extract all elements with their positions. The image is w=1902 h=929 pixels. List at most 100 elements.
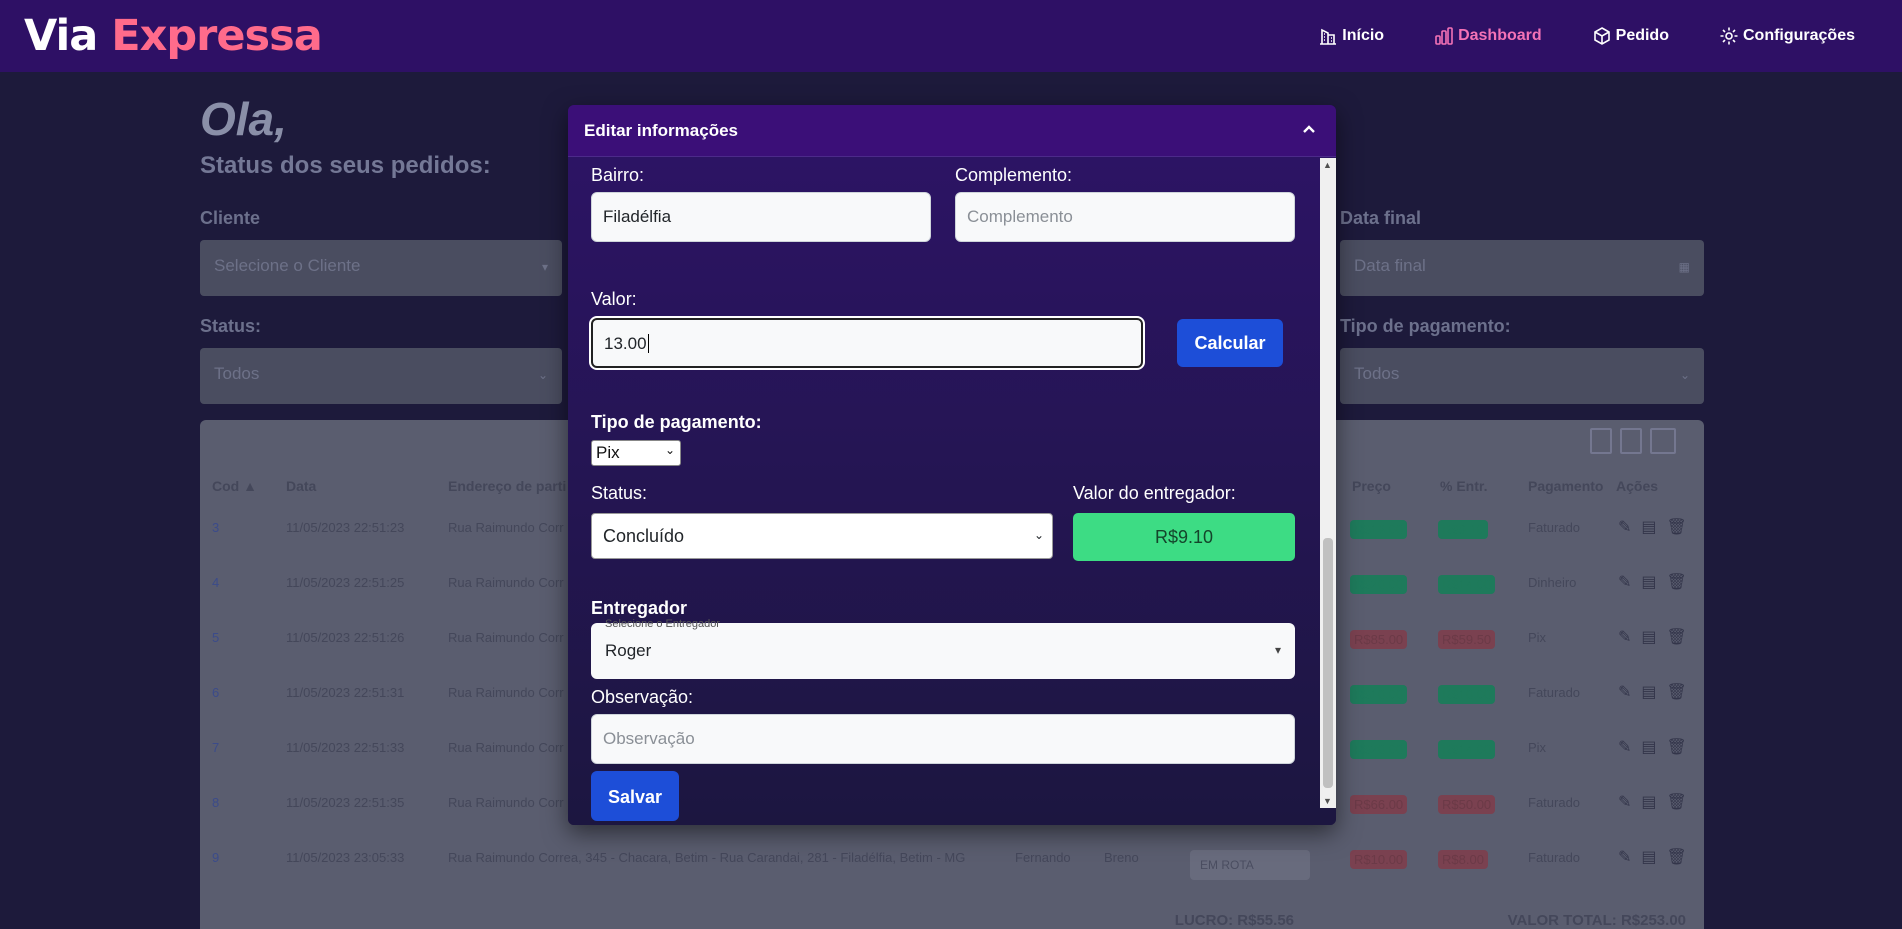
csv-export-icon[interactable] bbox=[1590, 428, 1612, 454]
valor-input[interactable]: 13.00 bbox=[591, 318, 1143, 368]
nav-label-pedido: Pedido bbox=[1615, 27, 1669, 44]
observacao-label: Observação: bbox=[591, 687, 694, 707]
trash-icon[interactable]: 🗑 bbox=[1667, 794, 1697, 811]
tipo-pag-filter-label: Tipo de pagamento: bbox=[1340, 316, 1511, 336]
brand-logo[interactable]: Via Expressa bbox=[24, 11, 323, 61]
status-filter-select[interactable]: Todos ⌄ bbox=[200, 348, 562, 404]
scrollbar-thumb[interactable] bbox=[1323, 538, 1333, 788]
note-icon[interactable]: ▤ bbox=[1641, 794, 1666, 811]
trash-icon[interactable]: 🗑 bbox=[1667, 574, 1697, 591]
note-icon[interactable]: ▤ bbox=[1641, 574, 1666, 591]
modal-scrollbar[interactable]: ▲ ▼ bbox=[1320, 158, 1336, 808]
observacao-input[interactable]: Observação bbox=[591, 714, 1295, 764]
row-pagamento: Faturado bbox=[1528, 795, 1581, 810]
tipo-pagamento-select[interactable]: Pix ⌄ bbox=[591, 440, 681, 466]
note-icon[interactable]: ▤ bbox=[1641, 739, 1666, 756]
chevron-up-icon[interactable] bbox=[1300, 121, 1318, 139]
complemento-input[interactable]: Complemento bbox=[955, 192, 1295, 242]
row-preco: R$66.00 bbox=[1350, 795, 1408, 814]
edit-icon[interactable]: ✎ bbox=[1618, 684, 1641, 701]
bairro-input[interactable]: Filadélfia bbox=[591, 192, 931, 242]
row-entr: R$59.50 bbox=[1438, 630, 1496, 649]
entregador-value: Roger bbox=[605, 641, 652, 660]
gear-icon bbox=[1720, 27, 1738, 45]
tipo-pagamento-value: Pix bbox=[596, 443, 620, 462]
row-date: 11/05/2023 22:51:31 bbox=[286, 685, 405, 700]
chevron-down-icon: ⌄ bbox=[1033, 528, 1044, 542]
edit-icon[interactable]: ✎ bbox=[1618, 574, 1641, 591]
row-cod[interactable]: 7 bbox=[212, 740, 219, 755]
caret-down-icon: ▾ bbox=[1274, 643, 1281, 657]
entregador-select[interactable]: Selecione o Entregador Roger ▾ bbox=[591, 618, 1295, 679]
note-icon[interactable]: ▤ bbox=[1641, 849, 1666, 866]
col-data[interactable]: Data bbox=[286, 478, 316, 494]
data-final-input[interactable]: Data final ▦ bbox=[1340, 240, 1704, 296]
edit-icon[interactable]: ✎ bbox=[1618, 849, 1641, 866]
edit-icon[interactable]: ✎ bbox=[1618, 739, 1641, 756]
trash-icon[interactable]: 🗑 bbox=[1667, 629, 1697, 646]
tipo-pag-filter-value: Todos bbox=[1354, 364, 1400, 383]
col-preco[interactable]: Preço bbox=[1352, 478, 1391, 494]
row-cod[interactable]: 6 bbox=[212, 685, 219, 700]
nav-item-configuracoes[interactable]: Configurações bbox=[1719, 26, 1855, 46]
trash-icon[interactable]: 🗑 bbox=[1667, 739, 1697, 756]
edit-icon[interactable]: ✎ bbox=[1618, 629, 1641, 646]
row-entr: R$14.00 bbox=[1438, 740, 1496, 759]
row-entregador: Breno bbox=[1104, 850, 1139, 865]
text-cursor bbox=[647, 334, 649, 353]
building-icon bbox=[1320, 28, 1337, 45]
row-cod[interactable]: 3 bbox=[212, 520, 219, 535]
nav-item-inicio[interactable]: Início bbox=[1318, 26, 1384, 46]
nav-item-pedido[interactable]: Pedido bbox=[1592, 26, 1669, 46]
salvar-button[interactable]: Salvar bbox=[591, 771, 679, 821]
calcular-button[interactable]: Calcular bbox=[1177, 319, 1283, 367]
edit-icon[interactable]: ✎ bbox=[1618, 794, 1641, 811]
row-preco: R$20.00 bbox=[1350, 575, 1408, 594]
valor-label: Valor: bbox=[591, 289, 637, 309]
trash-icon[interactable]: 🗑 bbox=[1667, 684, 1697, 701]
trash-icon[interactable]: 🗑 bbox=[1667, 849, 1697, 866]
export-icons bbox=[1590, 428, 1676, 454]
note-icon[interactable]: ▤ bbox=[1641, 684, 1666, 701]
note-icon[interactable]: ▤ bbox=[1641, 629, 1666, 646]
row-date: 11/05/2023 22:51:26 bbox=[286, 630, 405, 645]
row-cod[interactable]: 4 bbox=[212, 575, 219, 590]
row-address: Rua Raimundo Corr bbox=[448, 795, 564, 810]
valor-total: VALOR TOTAL: R$253.00 bbox=[1507, 912, 1686, 929]
status-select[interactable]: Concluído ⌄ bbox=[591, 513, 1053, 559]
note-icon[interactable]: ▤ bbox=[1641, 519, 1666, 536]
row-status-select[interactable]: EM ROTA bbox=[1190, 850, 1310, 880]
col-endereco[interactable]: Endereço de parti bbox=[448, 478, 566, 494]
nav-label-inicio: Início bbox=[1342, 27, 1385, 44]
row-address: Rua Raimundo Corr bbox=[448, 520, 564, 535]
cliente-filter-select[interactable]: Selecione o Cliente ▾ bbox=[200, 240, 562, 296]
row-cod[interactable]: 5 bbox=[212, 630, 219, 645]
caret-down-icon: ▾ bbox=[541, 260, 548, 274]
edit-icon[interactable]: ✎ bbox=[1618, 519, 1641, 536]
row-actions: ✎▤🗑 bbox=[1618, 737, 1697, 757]
page-subtitle: Status dos seus pedidos: bbox=[200, 152, 491, 179]
calendar-icon[interactable]: ▦ bbox=[1679, 260, 1690, 274]
col-cod[interactable]: Cod ▲ bbox=[212, 478, 257, 494]
card-export-icon[interactable] bbox=[1650, 428, 1676, 454]
table-row: 9 11/05/2023 23:05:33 Rua Raimundo Correa,… bbox=[200, 849, 1704, 890]
row-cod[interactable]: 8 bbox=[212, 795, 219, 810]
row-cod[interactable]: 9 bbox=[212, 850, 219, 865]
scroll-up-icon[interactable]: ▲ bbox=[1323, 160, 1332, 170]
modal-title: Editar informações bbox=[584, 120, 738, 140]
data-final-label: Data final bbox=[1340, 208, 1422, 228]
nav-item-dashboard[interactable]: Dashboard bbox=[1434, 26, 1542, 46]
row-entr: R$8.00 bbox=[1438, 850, 1488, 869]
row-entr: R$14.00 bbox=[1438, 575, 1496, 594]
nav-label-dashboard: Dashboard bbox=[1458, 27, 1542, 44]
valor-value: 13.00 bbox=[604, 334, 647, 353]
trash-icon[interactable]: 🗑 bbox=[1667, 519, 1697, 536]
col-pagamento[interactable]: Pagamento bbox=[1528, 478, 1603, 494]
scroll-down-icon[interactable]: ▼ bbox=[1323, 796, 1332, 806]
tipo-pag-filter-select[interactable]: Todos ⌄ bbox=[1340, 348, 1704, 404]
pdf-export-icon[interactable] bbox=[1620, 428, 1642, 454]
cliente-filter-value: Selecione o Cliente bbox=[214, 256, 361, 275]
chevron-down-icon: ⌄ bbox=[664, 443, 675, 457]
row-pagamento: Faturado bbox=[1528, 685, 1581, 700]
col-entr[interactable]: % Entr. bbox=[1440, 478, 1487, 494]
